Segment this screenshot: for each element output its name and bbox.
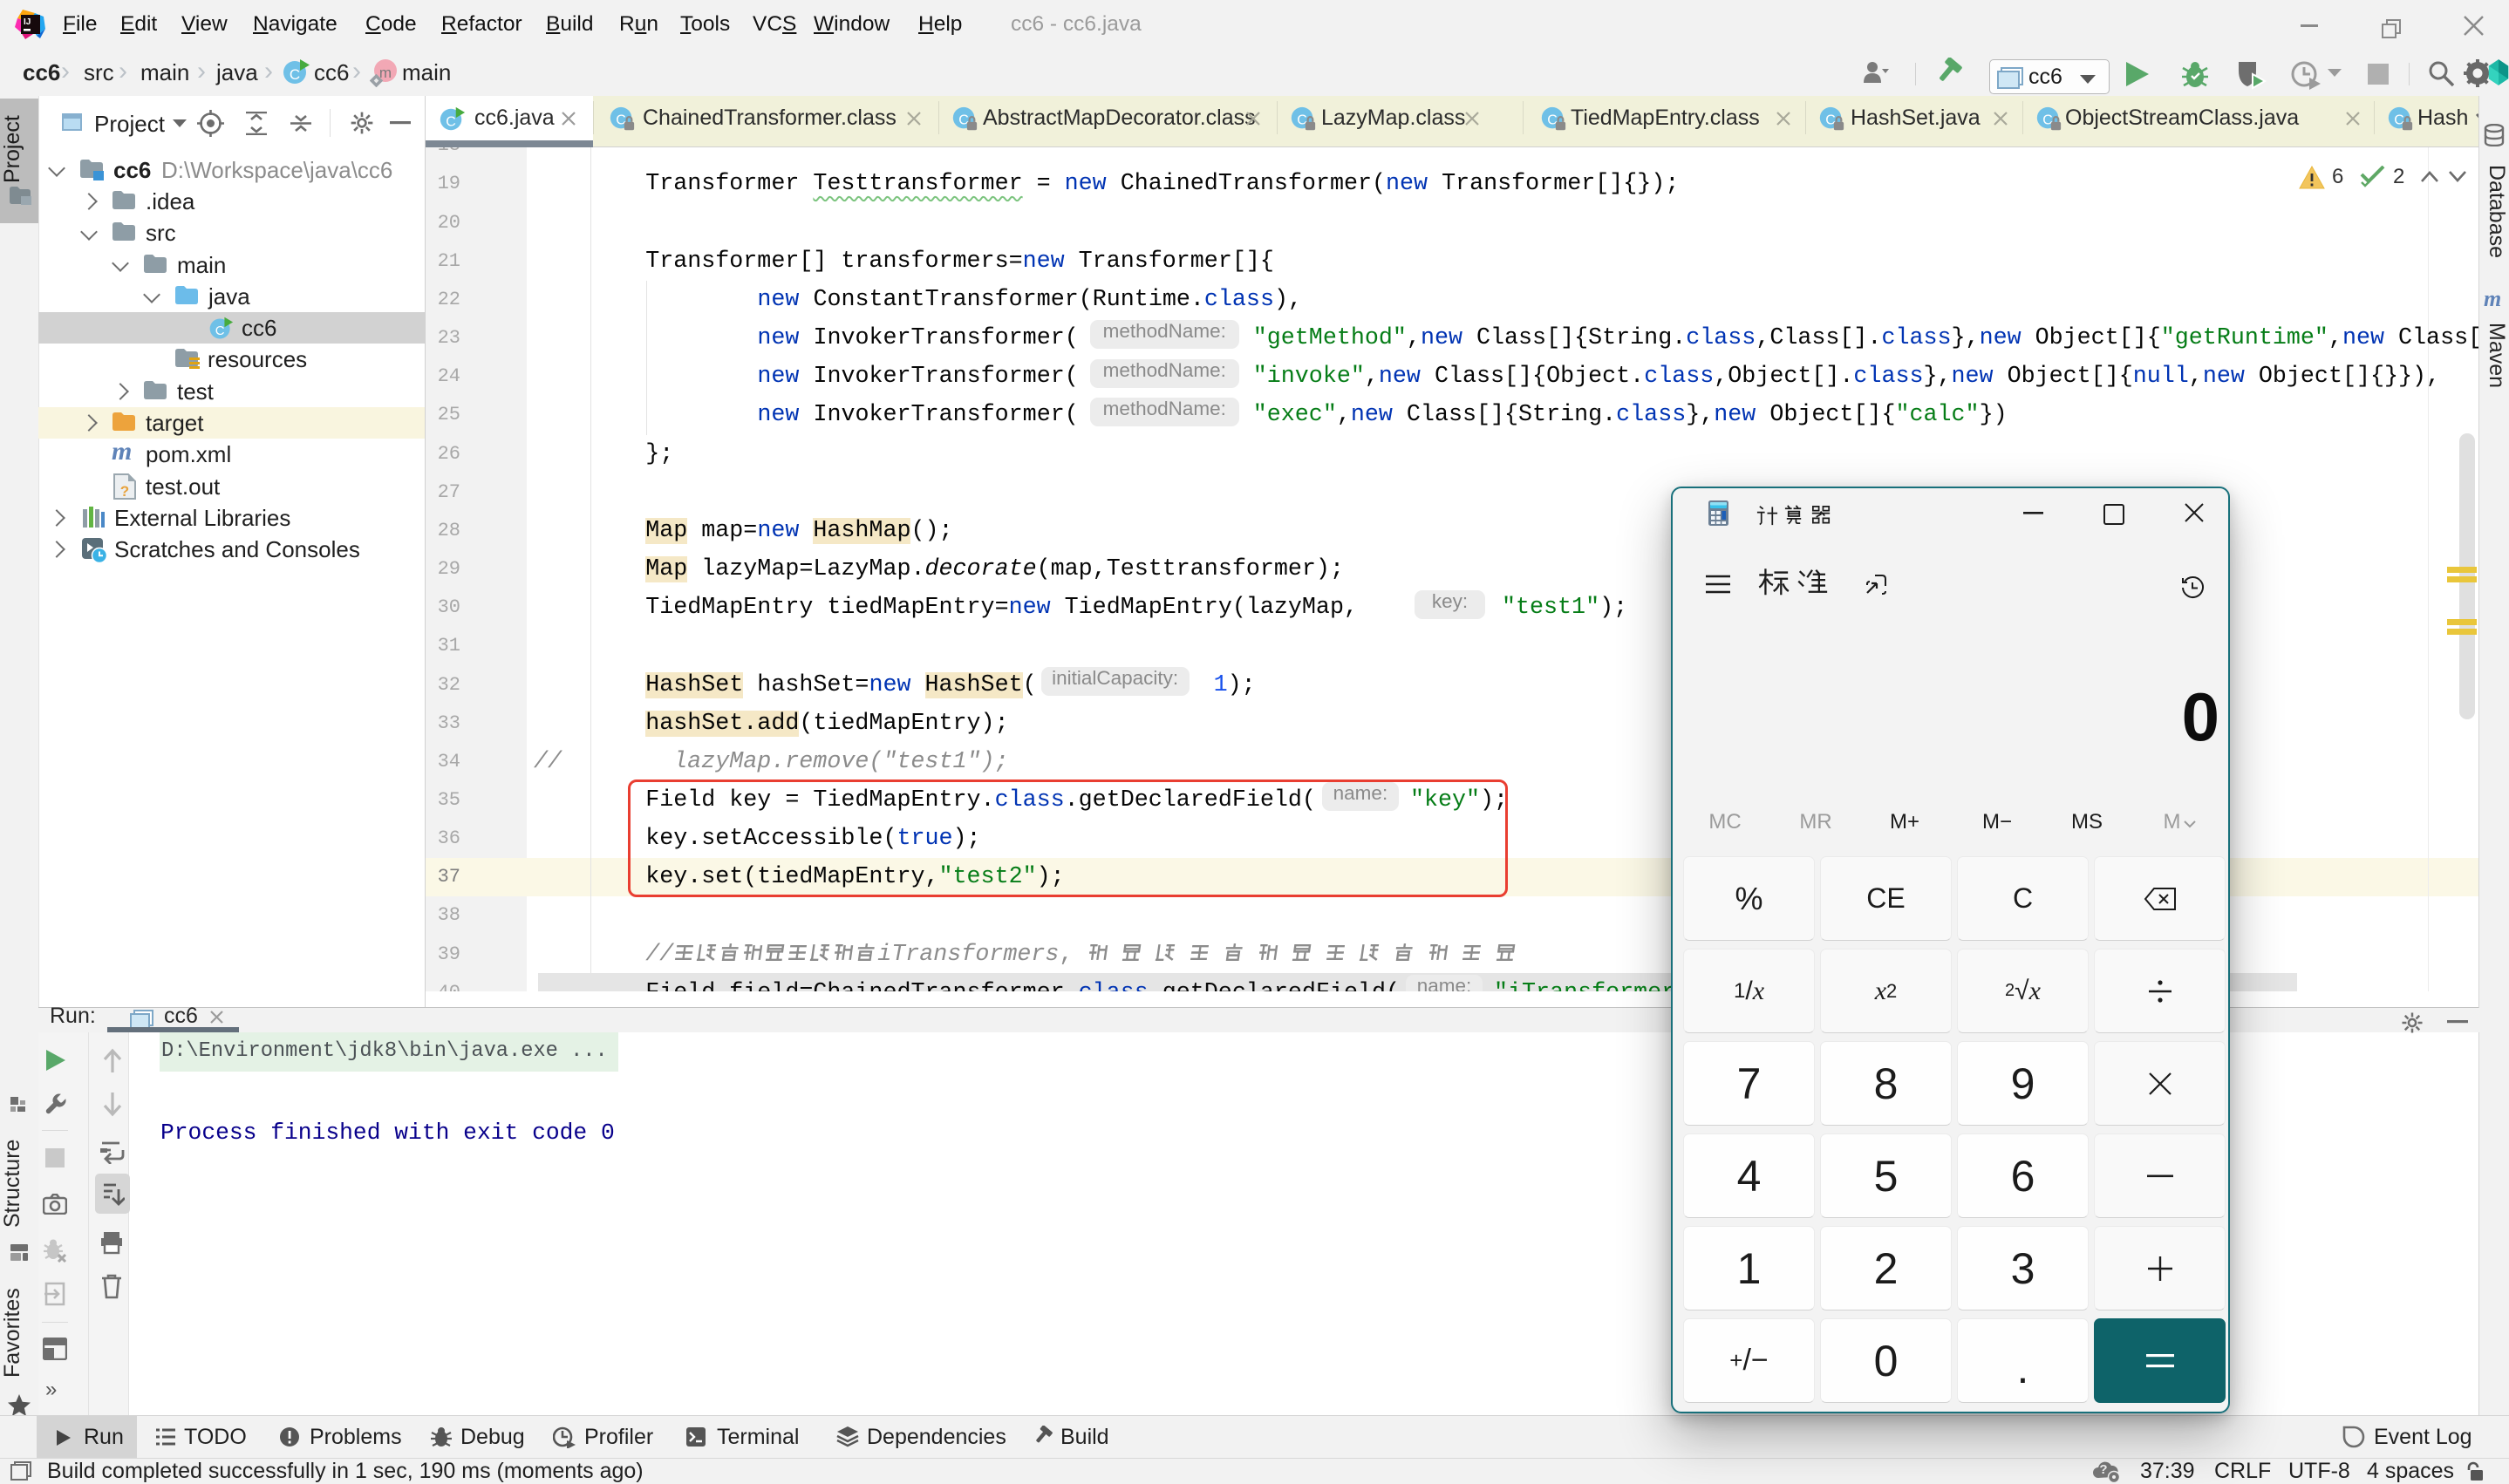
svg-text:C: C	[215, 323, 225, 338]
svg-text:?: ?	[2099, 1462, 2107, 1477]
svg-text:IJ: IJ	[24, 17, 31, 27]
svg-text:m: m	[379, 65, 392, 81]
svg-text:C: C	[290, 66, 300, 83]
svg-text:?: ?	[120, 483, 129, 500]
